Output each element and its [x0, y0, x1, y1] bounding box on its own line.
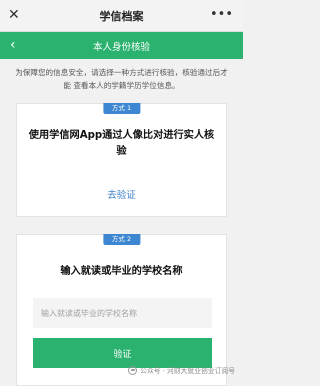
watermark: 公众号 · 河财大就业创业订阅号 [128, 365, 235, 375]
close-icon[interactable]: ✕ [8, 6, 20, 24]
method-2-badge: 方式 2 [102, 234, 141, 245]
window-title: 学信档案 [99, 10, 144, 23]
back-icon[interactable]: ‹ [10, 36, 16, 54]
method-2-heading: 输入就读或毕业的学校名称 [60, 266, 183, 277]
wechat-icon [128, 365, 138, 375]
method-1-card: 方式 1 使用学信网App通过人像比对进行实人核验 去验证 [16, 103, 227, 217]
security-notice: 为保障您的信息安全，请选择一种方式进行核验，核验通过后才能 查看本人的学籍学历学… [15, 68, 228, 90]
method-1-heading: 使用学信网App通过人像比对进行实人核验 [28, 130, 215, 157]
page-title: 本人身份核验 [92, 42, 150, 53]
watermark-text: 公众号 · 河财大就业创业订阅号 [140, 367, 235, 375]
method-2-card: 方式 2 输入就读或毕业的学校名称 验证 [16, 234, 227, 386]
window-title-bar: ✕ 学信档案 ••• [0, 0, 243, 32]
go-verify-link[interactable]: 去验证 [17, 187, 226, 201]
page-header: ‹ 本人身份核验 [0, 32, 243, 59]
school-name-input[interactable] [33, 298, 212, 328]
verify-button[interactable]: 验证 [33, 338, 212, 368]
method-1-badge: 方式 1 [102, 103, 141, 114]
more-options-icon[interactable]: ••• [210, 6, 233, 24]
